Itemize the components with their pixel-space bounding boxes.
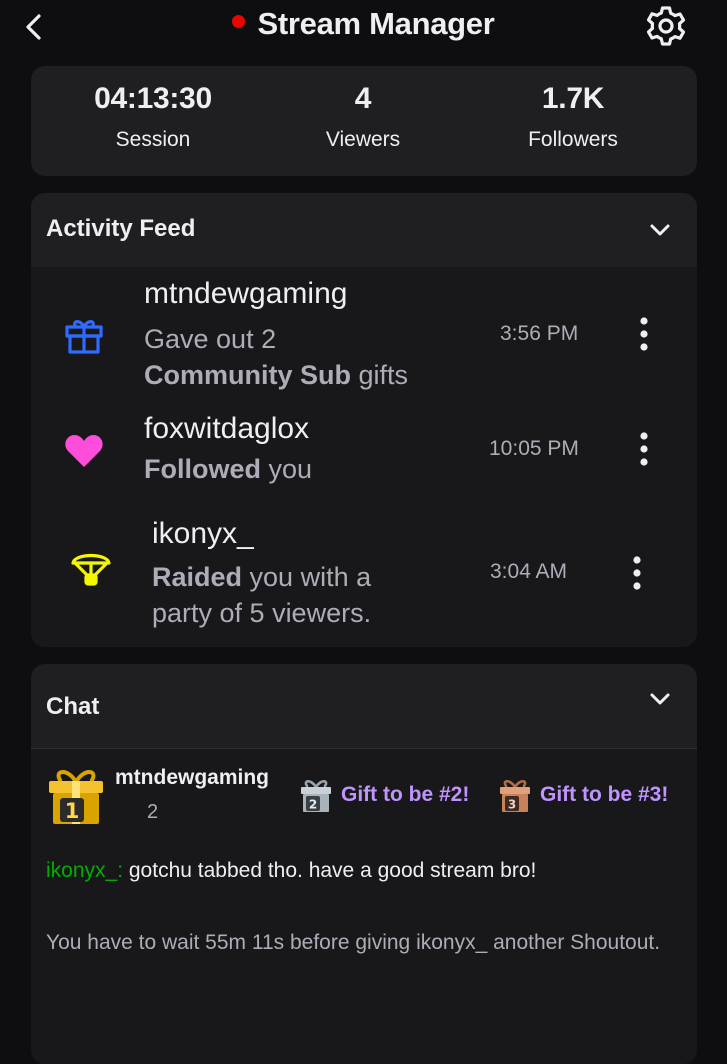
chat-title: Chat	[46, 693, 100, 720]
live-indicator	[232, 14, 246, 28]
stats-card: 04:13:30 Session 4 Viewers 1.7K Follower…	[31, 66, 697, 176]
top-bar: Stream Manager	[0, 0, 727, 54]
gift-slot-label: Gift to be #3!	[540, 783, 669, 806]
gift-icon	[65, 320, 103, 354]
page-title: Stream Manager	[257, 6, 495, 41]
activity-feed-list: mtndewgaming Gave out 2 Community Sub gi…	[31, 267, 697, 647]
activity-desc-line: party of 5 viewers.	[152, 598, 372, 628]
stat-viewers: 4 Viewers	[253, 82, 473, 152]
gift-badge-third-icon: 3	[500, 779, 530, 812]
gift-badge-second-icon: 2	[301, 779, 331, 812]
activity-item[interactable]: ikonyx_ Raided you with a party of 5 vie…	[31, 499, 697, 644]
activity-item[interactable]: mtndewgaming Gave out 2 Community Sub gi…	[31, 267, 697, 397]
stat-session: 04:13:30 Session	[43, 82, 263, 152]
title-wrap: Stream Manager	[0, 6, 727, 42]
activity-user[interactable]: mtndewgaming	[144, 277, 347, 311]
chevron-down-icon[interactable]	[647, 686, 673, 712]
activity-desc: Followed you	[144, 451, 312, 487]
viewers-value: 4	[354, 82, 372, 115]
chevron-down-icon[interactable]	[647, 217, 673, 243]
gear-icon[interactable]	[642, 3, 690, 51]
chat-message: ikonyx_: gotchu tabbed tho. have a good …	[46, 859, 536, 883]
chat-text: gotchu tabbed tho. have a good stream br…	[123, 859, 537, 882]
followers-label: Followers	[528, 128, 618, 151]
slot2-number: 2	[309, 798, 317, 812]
activity-user[interactable]: foxwitdaglox	[144, 412, 309, 446]
activity-desc: Gave out 2 Community Sub gifts	[144, 321, 408, 393]
gift-slot-label: Gift to be #2!	[341, 783, 470, 806]
system-notice: You have to wait 55m 11s before giving i…	[46, 931, 661, 954]
chat-header[interactable]: Chat	[31, 664, 697, 749]
activity-time: 3:56 PM	[500, 322, 579, 345]
activity-desc: Raided you with a party of 5 viewers.	[152, 559, 371, 631]
gift-badge-first-icon: 1	[49, 770, 103, 824]
more-options-icon[interactable]	[627, 554, 647, 594]
activity-desc-rest: gifts	[351, 360, 409, 390]
parachute-icon	[71, 553, 111, 586]
chat-username[interactable]: ikonyx_:	[46, 859, 123, 882]
chat-card: Chat 1 mtndewgaming 2 2 Gift to be #2! 3…	[31, 664, 697, 1064]
slot3-number: 3	[508, 798, 516, 812]
activity-desc-line: Gave out 2	[144, 324, 277, 354]
activity-item[interactable]: foxwitdaglox Followed you 10:05 PM	[31, 399, 697, 497]
activity-desc-rest: you with a	[242, 562, 372, 592]
gifter-name[interactable]: mtndewgaming	[115, 766, 269, 790]
followers-value: 1.7K	[541, 82, 605, 115]
activity-time: 10:05 PM	[489, 437, 579, 460]
activity-feed-card: Activity Feed mtndewgaming Gave out 2 Co…	[31, 193, 697, 647]
activity-desc-line: Raided you with a	[152, 559, 371, 595]
more-options-icon[interactable]	[634, 315, 654, 355]
activity-time: 3:04 AM	[490, 560, 568, 583]
session-value: 04:13:30	[94, 82, 212, 115]
svg-text:1: 1	[65, 799, 80, 823]
session-label: Session	[115, 128, 191, 151]
more-options-icon[interactable]	[634, 430, 654, 470]
activity-desc-line: Community Sub gifts	[144, 357, 408, 393]
heart-icon	[65, 435, 103, 467]
activity-desc-bold: Community Sub	[144, 360, 351, 390]
activity-feed-title: Activity Feed	[46, 215, 196, 242]
activity-desc-bold: Followed	[144, 454, 261, 484]
stat-followers: 1.7K Followers	[463, 82, 683, 152]
viewers-label: Viewers	[325, 128, 401, 151]
gift-count: 2	[147, 801, 159, 823]
activity-desc-bold: Raided	[152, 562, 243, 592]
activity-desc-rest: you	[261, 454, 313, 484]
chat-body: 1 mtndewgaming 2 2 Gift to be #2! 3 Gift…	[31, 749, 697, 1064]
activity-feed-header[interactable]: Activity Feed	[31, 193, 697, 267]
activity-user[interactable]: ikonyx_	[152, 517, 254, 551]
sub-gift-leaderboard: 1 mtndewgaming 2 2 Gift to be #2! 3 Gift…	[31, 749, 697, 844]
